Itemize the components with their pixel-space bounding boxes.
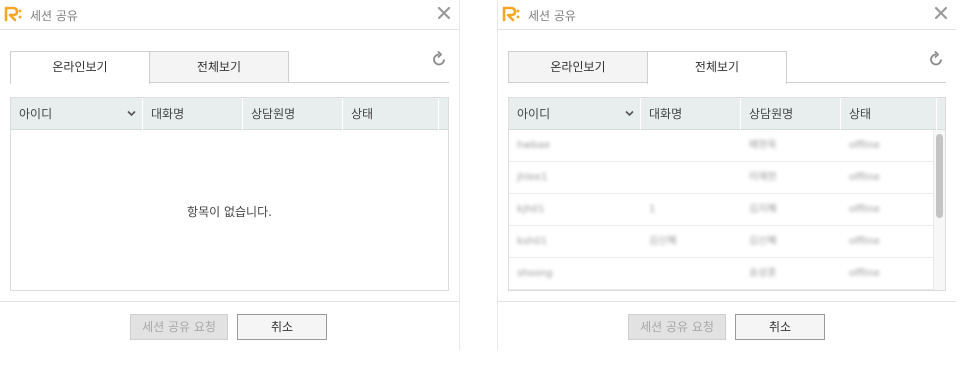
titlebar: 세션 공유 (498, 0, 956, 30)
column-label: 아이디 (19, 107, 53, 121)
tab-online[interactable]: 온라인보기 (508, 51, 648, 82)
table-row[interactable]: hwbae 배현욱 offline (509, 130, 933, 162)
close-icon[interactable] (932, 4, 950, 22)
view-tabs: 온라인보기 전체보기 (10, 51, 449, 84)
table-row[interactable]: jhlee1 이재현 offline (509, 162, 933, 194)
cell-status: offline (849, 140, 881, 151)
tab-online[interactable]: 온라인보기 (10, 51, 150, 84)
cell-id: shsong (517, 268, 553, 279)
session-share-request-button[interactable]: 세션 공유 요청 (130, 314, 228, 340)
table-row[interactable]: shsong 송상훈 offline (509, 258, 933, 290)
scrollbar-thumb[interactable] (936, 134, 943, 218)
dialog-title: 세션 공유 (30, 9, 78, 23)
chevron-down-icon[interactable] (625, 110, 634, 117)
grid-header: 아이디 대화명 상담원명 상태 (11, 98, 448, 130)
column-header-id[interactable]: 아이디 (509, 98, 641, 130)
tab-all[interactable]: 전체보기 (149, 51, 289, 82)
column-header-id[interactable]: 아이디 (11, 98, 143, 130)
cancel-button[interactable]: 취소 (237, 314, 327, 340)
session-grid: 아이디 대화명 상담원명 상태 hwbae 배현욱 offline jhlee1… (508, 97, 946, 291)
cell-status: offline (849, 236, 881, 247)
empty-message: 항목이 없습니다. (187, 205, 272, 219)
cell-nickname (641, 258, 649, 290)
cell-agent-name: 이재현 (749, 172, 777, 183)
titlebar: 세션 공유 (0, 0, 459, 30)
cell-agent-name: 김지혜 (749, 204, 777, 215)
session-share-dialog-online: 세션 공유 온라인보기 전체보기 아이디 대화명 상담원명 상태 항목이 없습니… (0, 0, 460, 350)
cell-nickname (641, 130, 649, 162)
close-icon[interactable] (435, 4, 453, 22)
cell-status: offline (849, 172, 881, 183)
session-share-request-button[interactable]: 세션 공유 요청 (628, 314, 726, 340)
column-header-agent-name[interactable]: 상담원명 (243, 98, 343, 130)
app-logo-icon (4, 6, 22, 22)
cell-agent-name: 송상훈 (749, 268, 777, 279)
cell-id: hwbae (517, 140, 551, 151)
dialog-footer: 세션 공유 요청 취소 (498, 301, 956, 350)
grid-header: 아이디 대화명 상담원명 상태 (509, 98, 945, 130)
cell-nickname: 1 (649, 204, 656, 215)
chevron-down-icon[interactable] (127, 110, 136, 117)
column-header-status[interactable]: 상태 (841, 98, 937, 130)
tab-all[interactable]: 전체보기 (647, 51, 787, 84)
dialog-title: 세션 공유 (528, 9, 576, 23)
cell-status: offline (849, 268, 881, 279)
table-row[interactable]: ksh01 김신혜 김신혜 offline (509, 226, 933, 258)
dialog-footer: 세션 공유 요청 취소 (0, 301, 459, 350)
view-tabs: 온라인보기 전체보기 (508, 51, 946, 84)
cell-id: ksh01 (517, 236, 548, 247)
cell-nickname: 김신혜 (649, 236, 677, 247)
app-logo-icon (502, 6, 520, 22)
session-share-dialog-all: 세션 공유 온라인보기 전체보기 아이디 대화명 상담원명 상태 hwbae 배… (497, 0, 956, 350)
vertical-scrollbar[interactable] (933, 130, 945, 290)
cell-id: kjh01 (517, 204, 545, 215)
column-header-nickname[interactable]: 대화명 (641, 98, 741, 130)
column-label: 아이디 (517, 107, 551, 121)
refresh-icon[interactable] (928, 50, 944, 68)
cell-nickname (641, 162, 649, 194)
cancel-button[interactable]: 취소 (735, 314, 825, 340)
session-grid: 아이디 대화명 상담원명 상태 항목이 없습니다. (10, 97, 449, 291)
column-header-agent-name[interactable]: 상담원명 (741, 98, 841, 130)
cell-status: offline (849, 204, 881, 215)
table-row[interactable]: kjh01 1 김지혜 offline (509, 194, 933, 226)
cell-agent-name: 배현욱 (749, 140, 777, 151)
column-header-status[interactable]: 상태 (343, 98, 439, 130)
cell-id: jhlee1 (517, 172, 548, 183)
cell-agent-name: 김신혜 (749, 236, 777, 247)
column-header-nickname[interactable]: 대화명 (143, 98, 243, 130)
refresh-icon[interactable] (431, 50, 447, 68)
